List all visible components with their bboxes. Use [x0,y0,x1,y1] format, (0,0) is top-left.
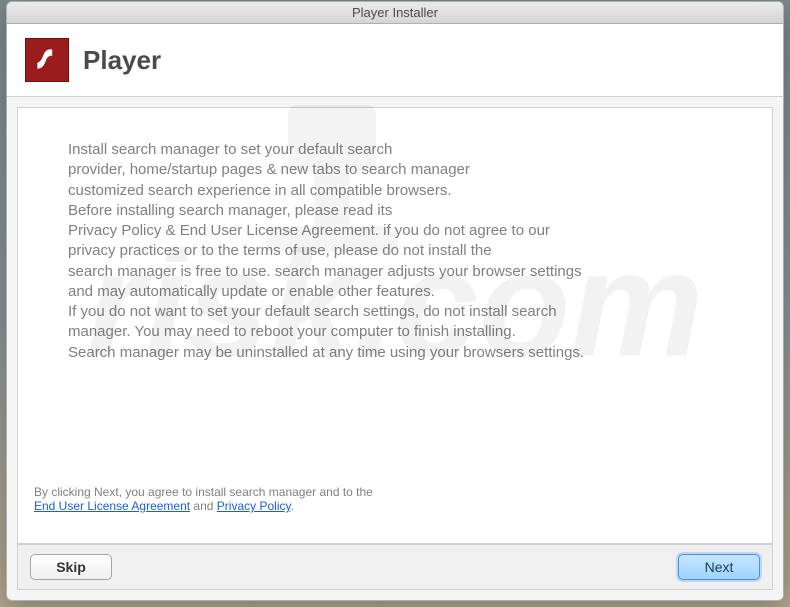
window-title: Player Installer [352,5,438,20]
agreement-prefix: By clicking Next, you agree to install s… [34,485,373,499]
body-text: Install search manager to set your defau… [68,140,722,465]
content-panel: Install search manager to set your defau… [17,107,773,544]
installer-window: Player Installer Player Install search m… [6,1,784,601]
next-button[interactable]: Next [678,554,760,580]
flash-logo-icon [25,38,69,82]
privacy-link[interactable]: Privacy Policy [217,499,291,513]
agreement-period: . [291,499,294,513]
header: Player [7,24,783,97]
skip-button[interactable]: Skip [30,554,112,580]
titlebar: Player Installer [7,2,783,24]
eula-link[interactable]: End User License Agreement [34,499,190,513]
agreement-note: By clicking Next, you agree to install s… [34,485,722,513]
agreement-and: and [190,499,217,513]
header-title: Player [83,45,161,76]
button-bar: Skip Next [17,544,773,590]
